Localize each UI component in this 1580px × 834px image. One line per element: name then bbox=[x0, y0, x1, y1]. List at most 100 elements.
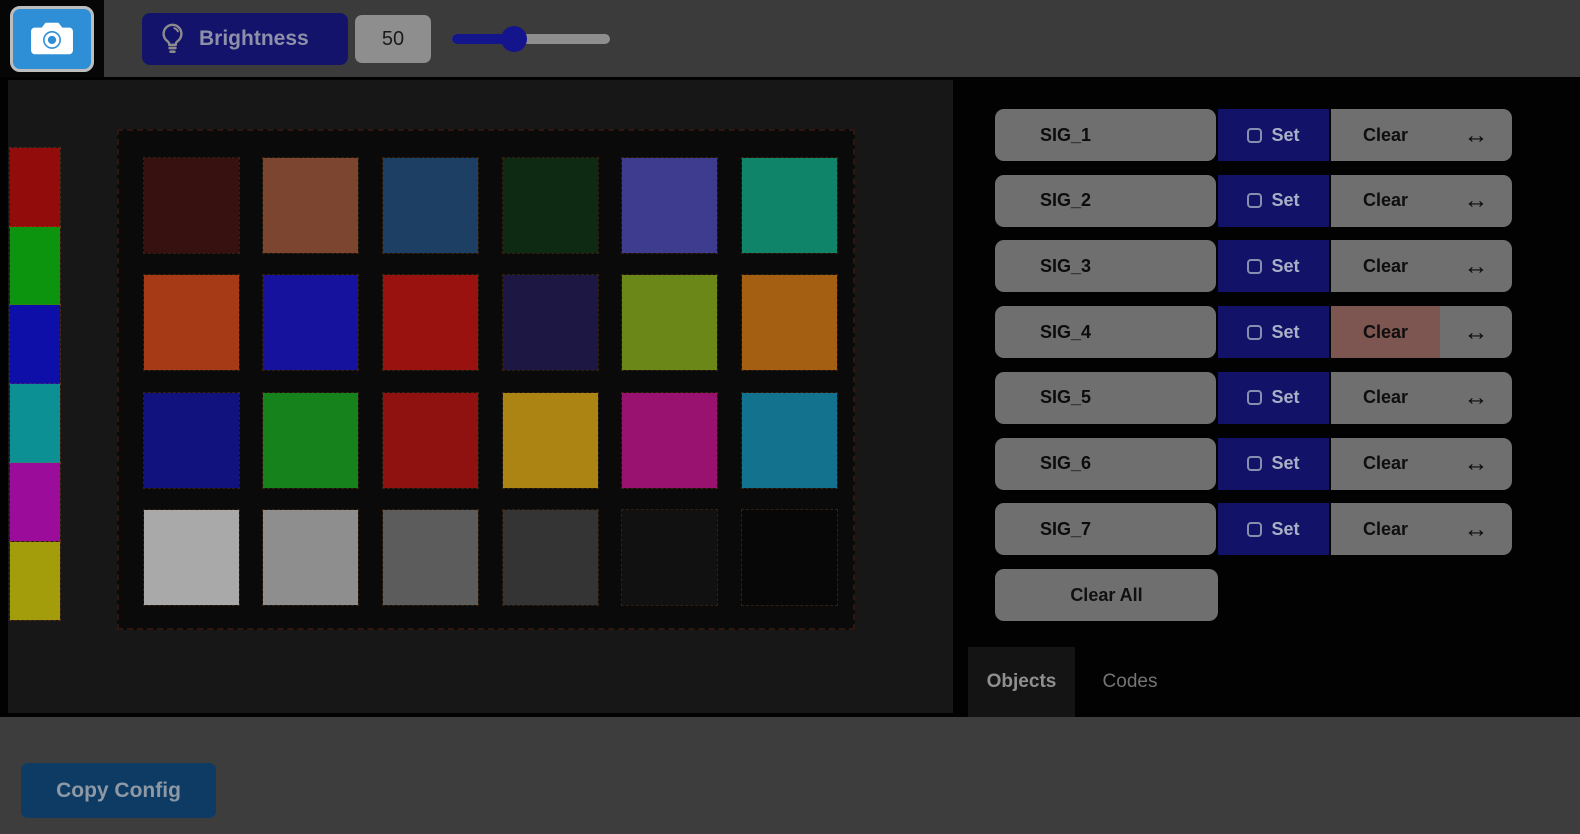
camera-button-highlight-pad bbox=[0, 0, 104, 77]
signal-clear-button[interactable]: Clear bbox=[1331, 109, 1440, 161]
signal-set-button[interactable]: Set bbox=[1218, 438, 1329, 490]
camera-feed-view[interactable] bbox=[8, 80, 953, 713]
clear-all-button[interactable]: Clear All bbox=[995, 569, 1218, 621]
checker-color-patch bbox=[144, 158, 239, 253]
swap-arrow-icon[interactable]: ↔ bbox=[1440, 109, 1512, 161]
checker-color-patch bbox=[622, 158, 717, 253]
tab-codes[interactable]: Codes bbox=[1075, 647, 1185, 717]
swap-arrow-icon[interactable]: ↔ bbox=[1440, 503, 1512, 555]
checker-color-patch bbox=[503, 393, 598, 488]
checker-color-patch bbox=[503, 510, 598, 605]
signal-row: SIG_5 Set Clear↔ bbox=[995, 372, 1512, 424]
signal-row: SIG_6 Set Clear↔ bbox=[995, 438, 1512, 490]
checker-color-patch bbox=[263, 510, 358, 605]
lightbulb-icon bbox=[160, 23, 185, 55]
signal-name-button[interactable]: SIG_5 bbox=[995, 372, 1216, 424]
signal-clear-button[interactable]: Clear bbox=[1331, 306, 1440, 358]
checker-color-patch bbox=[742, 510, 837, 605]
set-label: Set bbox=[1271, 322, 1299, 343]
signal-row: SIG_7 Set Clear↔ bbox=[995, 503, 1512, 555]
swap-arrow-icon[interactable]: ↔ bbox=[1440, 175, 1512, 227]
checkbox-icon[interactable] bbox=[1247, 259, 1262, 274]
signal-clear-button[interactable]: Clear bbox=[1331, 175, 1440, 227]
copy-config-button[interactable]: Copy Config bbox=[21, 763, 216, 818]
camera-icon bbox=[29, 19, 75, 59]
checker-color-patch bbox=[742, 393, 837, 488]
signal-row: SIG_1 Set Clear↔ bbox=[995, 109, 1512, 161]
set-label: Set bbox=[1271, 125, 1299, 146]
set-label: Set bbox=[1271, 190, 1299, 211]
swap-arrow-icon[interactable]: ↔ bbox=[1440, 240, 1512, 292]
signal-set-button[interactable]: Set bbox=[1218, 372, 1329, 424]
checker-color-patch bbox=[144, 275, 239, 370]
checker-color-patch bbox=[263, 275, 358, 370]
signals-panel: Clear All Objects Codes SIG_1SetClear↔SI… bbox=[955, 77, 1580, 717]
checker-color-patch bbox=[144, 510, 239, 605]
signal-set-button[interactable]: Set bbox=[1218, 109, 1329, 161]
set-label: Set bbox=[1271, 453, 1299, 474]
checker-color-patch bbox=[622, 393, 717, 488]
checker-color-patch bbox=[742, 158, 837, 253]
strip-color-swatch bbox=[10, 542, 60, 621]
signal-clear-button[interactable]: Clear bbox=[1331, 240, 1440, 292]
swap-arrow-icon[interactable]: ↔ bbox=[1440, 372, 1512, 424]
slider-thumb[interactable] bbox=[501, 26, 527, 52]
signal-row: SIG_4 Set Clear↔ bbox=[995, 306, 1512, 358]
brightness-label: Brightness bbox=[199, 27, 309, 51]
set-label: Set bbox=[1271, 387, 1299, 408]
brightness-slider[interactable] bbox=[452, 26, 610, 52]
signal-set-button[interactable]: Set bbox=[1218, 240, 1329, 292]
color-checker-chart bbox=[117, 129, 855, 630]
checkbox-icon[interactable] bbox=[1247, 390, 1262, 405]
checker-color-patch bbox=[503, 158, 598, 253]
checker-color-patch bbox=[383, 275, 478, 370]
signal-row: SIG_2 Set Clear↔ bbox=[995, 175, 1512, 227]
footer-bar: Copy Config bbox=[0, 717, 1580, 834]
brightness-button[interactable]: Brightness bbox=[142, 13, 348, 65]
strip-color-swatch bbox=[10, 384, 60, 463]
signal-set-button[interactable]: Set bbox=[1218, 306, 1329, 358]
checkbox-icon[interactable] bbox=[1247, 325, 1262, 340]
signal-name-button[interactable]: SIG_3 bbox=[995, 240, 1216, 292]
signal-set-button[interactable]: Set bbox=[1218, 175, 1329, 227]
signal-name-button[interactable]: SIG_6 bbox=[995, 438, 1216, 490]
checkbox-icon[interactable] bbox=[1247, 128, 1262, 143]
app-window: Brightness 50 Clear All Objects Codes SI… bbox=[0, 0, 1580, 834]
main-stage: Clear All Objects Codes SIG_1SetClear↔SI… bbox=[0, 77, 1580, 717]
tab-bar: Objects Codes bbox=[955, 647, 1580, 717]
checker-color-patch bbox=[383, 393, 478, 488]
signal-name-button[interactable]: SIG_1 bbox=[995, 109, 1216, 161]
checkbox-icon[interactable] bbox=[1247, 193, 1262, 208]
reference-color-strip bbox=[10, 148, 60, 620]
strip-color-swatch bbox=[10, 227, 60, 306]
signal-clear-button[interactable]: Clear bbox=[1331, 372, 1440, 424]
checker-color-patch bbox=[144, 393, 239, 488]
signal-name-button[interactable]: SIG_2 bbox=[995, 175, 1216, 227]
camera-button[interactable] bbox=[10, 6, 94, 72]
checker-color-patch bbox=[742, 275, 837, 370]
checker-color-patch bbox=[622, 275, 717, 370]
checkbox-icon[interactable] bbox=[1247, 522, 1262, 537]
checker-color-patch bbox=[263, 393, 358, 488]
signal-clear-button[interactable]: Clear bbox=[1331, 503, 1440, 555]
signal-name-button[interactable]: SIG_4 bbox=[995, 306, 1216, 358]
signal-name-button[interactable]: SIG_7 bbox=[995, 503, 1216, 555]
swap-arrow-icon[interactable]: ↔ bbox=[1440, 438, 1512, 490]
checker-color-patch bbox=[263, 158, 358, 253]
signal-set-button[interactable]: Set bbox=[1218, 503, 1329, 555]
checkbox-icon[interactable] bbox=[1247, 456, 1262, 471]
checker-color-patch bbox=[383, 158, 478, 253]
strip-color-swatch bbox=[10, 148, 60, 227]
set-label: Set bbox=[1271, 519, 1299, 540]
set-label: Set bbox=[1271, 256, 1299, 277]
strip-color-swatch bbox=[10, 305, 60, 384]
strip-color-swatch bbox=[10, 463, 60, 542]
brightness-value-field[interactable]: 50 bbox=[355, 15, 431, 63]
swap-arrow-icon[interactable]: ↔ bbox=[1440, 306, 1512, 358]
checker-color-patch bbox=[383, 510, 478, 605]
signal-row: SIG_3 Set Clear↔ bbox=[995, 240, 1512, 292]
checker-color-patch bbox=[622, 510, 717, 605]
tab-objects[interactable]: Objects bbox=[968, 647, 1075, 717]
signal-clear-button[interactable]: Clear bbox=[1331, 438, 1440, 490]
checker-color-patch bbox=[503, 275, 598, 370]
